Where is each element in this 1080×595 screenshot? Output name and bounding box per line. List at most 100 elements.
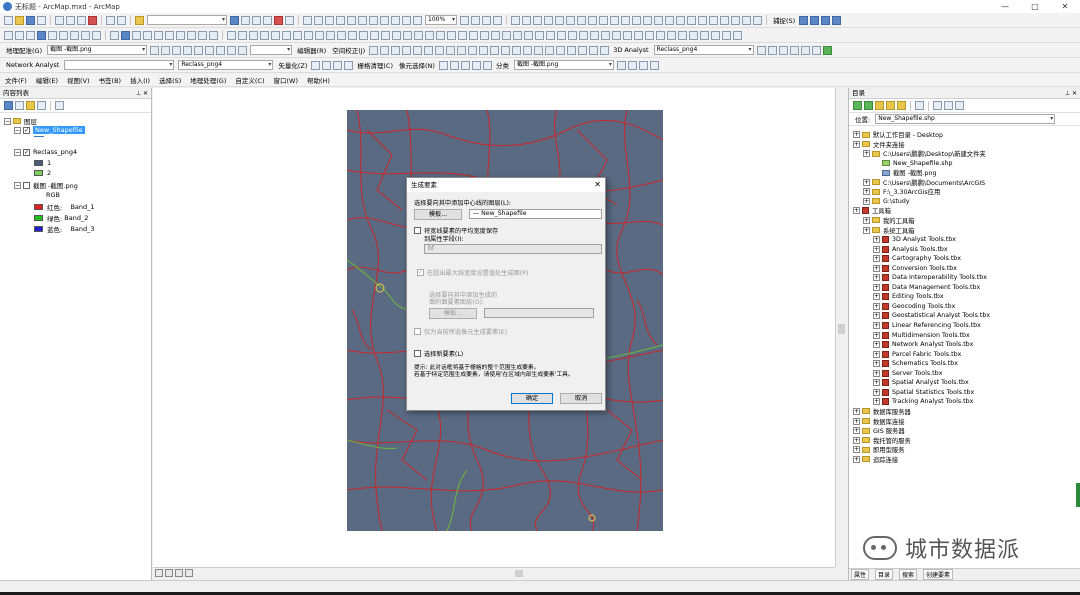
catalog-item[interactable]: + F:\_3.30ArcGis应用 bbox=[863, 187, 940, 196]
select-new-features-option[interactable]: 选择新要素(L) bbox=[414, 349, 463, 358]
fixed-zoom-in-icon[interactable] bbox=[48, 30, 57, 40]
time-slider-icon[interactable] bbox=[198, 30, 207, 40]
expand-icon[interactable]: + bbox=[873, 388, 880, 396]
draw-tool-19-icon[interactable] bbox=[709, 15, 718, 25]
catalog-item[interactable]: + Data Management Tools.tbx bbox=[873, 283, 980, 292]
tool-26-icon[interactable] bbox=[282, 30, 291, 40]
width-field-select[interactable]: bf bbox=[424, 244, 602, 254]
tool-51-icon[interactable] bbox=[557, 30, 566, 40]
catalog-window-icon[interactable] bbox=[252, 15, 261, 25]
edit-tool-21-icon[interactable] bbox=[589, 45, 599, 55]
toc-layer-reclass[interactable]: − ✓ Reclass_png4 bbox=[14, 148, 77, 156]
catalog-item[interactable]: + 我托管的服务 bbox=[853, 436, 911, 445]
expand-icon[interactable]: + bbox=[873, 302, 880, 310]
find-route-icon[interactable] bbox=[176, 30, 185, 40]
draw-tool-5-icon[interactable] bbox=[555, 15, 564, 25]
expand-icon[interactable]: + bbox=[863, 150, 870, 158]
layout-tool-11-icon[interactable] bbox=[413, 15, 422, 25]
tool-52-icon[interactable] bbox=[568, 30, 577, 40]
raster-cleanup-menu[interactable]: 栅格清理(C) bbox=[357, 60, 393, 70]
tool-49-icon[interactable] bbox=[535, 30, 544, 40]
catalog-item[interactable]: + 默认工作目录 - Desktop bbox=[853, 130, 943, 139]
expand-icon[interactable]: + bbox=[853, 131, 860, 138]
catalog-item[interactable]: + Geocoding Tools.tbx bbox=[873, 302, 955, 311]
open-folder-icon[interactable] bbox=[15, 15, 24, 25]
expand-icon[interactable]: + bbox=[873, 379, 880, 387]
edit-tool-10-icon[interactable] bbox=[468, 45, 478, 55]
expand-icon[interactable]: + bbox=[873, 283, 880, 291]
catalog-item[interactable]: + Server Tools.tbx bbox=[873, 369, 942, 378]
edit-tool-4-icon[interactable] bbox=[402, 45, 412, 55]
select-by-rect-icon[interactable] bbox=[92, 30, 101, 40]
tool-62-icon[interactable] bbox=[678, 30, 687, 40]
tool-22-icon[interactable] bbox=[238, 30, 247, 40]
expand-icon[interactable]: + bbox=[873, 360, 880, 368]
cell-tool-3-icon[interactable] bbox=[460, 60, 470, 70]
vectorize-tool-2-icon[interactable] bbox=[322, 60, 332, 70]
edit-tool-17-icon[interactable] bbox=[545, 45, 555, 55]
tool-31-icon[interactable] bbox=[337, 30, 346, 40]
3d-tool-4-icon[interactable] bbox=[789, 45, 799, 55]
tool-39-icon[interactable] bbox=[425, 30, 434, 40]
tool-35-icon[interactable] bbox=[381, 30, 390, 40]
draw-tool-21-icon[interactable] bbox=[731, 15, 740, 25]
layout-tool-5-icon[interactable] bbox=[347, 15, 356, 25]
tool-29-icon[interactable] bbox=[315, 30, 324, 40]
polygon-template-field[interactable] bbox=[484, 308, 594, 318]
expand-icon[interactable]: + bbox=[873, 331, 880, 339]
expand-icon[interactable]: + bbox=[853, 417, 860, 425]
spatial-adjustment-menu[interactable]: 空间校正(J) bbox=[332, 45, 365, 55]
expand-icon[interactable]: + bbox=[863, 216, 870, 224]
edit-tool-13-icon[interactable] bbox=[501, 45, 511, 55]
tool-37-icon[interactable] bbox=[403, 30, 412, 40]
arctoolbox-icon[interactable] bbox=[274, 15, 283, 25]
catalog-item[interactable]: + Cartography Tools.tbx bbox=[873, 254, 961, 263]
edit-tool-18-icon[interactable] bbox=[556, 45, 566, 55]
edit-tool-12-icon[interactable] bbox=[490, 45, 500, 55]
tool-60-icon[interactable] bbox=[656, 30, 665, 40]
classify-tool-1-icon[interactable] bbox=[616, 60, 626, 70]
cell-tool-4-icon[interactable] bbox=[471, 60, 481, 70]
tool-48-icon[interactable] bbox=[524, 30, 533, 40]
layout-zoom-icon[interactable] bbox=[471, 15, 480, 25]
layout-extent-icon[interactable] bbox=[482, 15, 491, 25]
layout-tool-2-icon[interactable] bbox=[314, 15, 323, 25]
network-layer-combo[interactable] bbox=[64, 60, 175, 70]
expand-icon[interactable]: + bbox=[853, 427, 860, 435]
tool-58-icon[interactable] bbox=[634, 30, 643, 40]
tab-create-features[interactable]: 创建要素 bbox=[923, 569, 954, 580]
menu-selection[interactable]: 选择(S) bbox=[159, 75, 181, 85]
draw-tool-6-icon[interactable] bbox=[566, 15, 575, 25]
tool-54-icon[interactable] bbox=[590, 30, 599, 40]
tool-46-icon[interactable] bbox=[502, 30, 511, 40]
select-elements-icon[interactable] bbox=[110, 30, 119, 40]
draw-tool-4-icon[interactable] bbox=[544, 15, 553, 25]
viewer-window-icon[interactable] bbox=[209, 30, 218, 40]
georef-tool-4-icon[interactable] bbox=[183, 45, 193, 55]
expand-icon[interactable]: + bbox=[873, 322, 880, 329]
catalog-item[interactable]: + Linear Referencing Tools.tbx bbox=[873, 321, 981, 330]
search-window-icon[interactable] bbox=[263, 15, 272, 25]
redo-icon[interactable] bbox=[117, 15, 126, 25]
catalog-item[interactable]: + Parcel Fabric Tools.tbx bbox=[873, 350, 961, 359]
polygon-template-button[interactable]: 模板... bbox=[429, 308, 477, 319]
dialog-close-button[interactable]: ✕ bbox=[594, 178, 601, 192]
tool-65-icon[interactable] bbox=[711, 30, 720, 40]
html-popup-icon[interactable] bbox=[143, 30, 152, 40]
forward-arrow-icon[interactable] bbox=[864, 101, 873, 110]
draw-tool-2-icon[interactable] bbox=[522, 15, 531, 25]
catalog-item[interactable]: + G:\study bbox=[863, 197, 910, 206]
tool-36-icon[interactable] bbox=[392, 30, 401, 40]
catalog-item[interactable]: + Spatial Analyst Tools.tbx bbox=[873, 378, 969, 387]
catalog-item[interactable]: + Conversion Tools.tbx bbox=[873, 264, 957, 273]
arcscan-raster-combo[interactable]: Reclass_png4 bbox=[178, 60, 274, 70]
editor-menu[interactable]: 编辑器(R) bbox=[297, 45, 326, 55]
python-window-icon[interactable] bbox=[285, 15, 294, 25]
expand-icon[interactable]: + bbox=[873, 274, 880, 282]
fixed-zoom-out-icon[interactable] bbox=[59, 30, 68, 40]
tool-44-icon[interactable] bbox=[480, 30, 489, 40]
layout-tool-10-icon[interactable] bbox=[402, 15, 411, 25]
full-extent-icon[interactable] bbox=[37, 30, 46, 40]
draw-tool-11-icon[interactable] bbox=[621, 15, 630, 25]
draw-tool-18-icon[interactable] bbox=[698, 15, 707, 25]
